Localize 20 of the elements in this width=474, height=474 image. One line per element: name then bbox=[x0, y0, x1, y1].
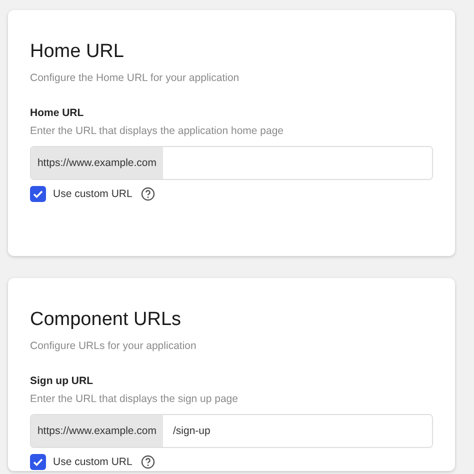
url-field[interactable]: https://www.example.com bbox=[30, 146, 433, 180]
url-prefix: https://www.example.com bbox=[31, 147, 163, 179]
section-description: Configure the Home URL for your application bbox=[30, 71, 240, 86]
help-icon[interactable] bbox=[141, 455, 156, 469]
section-description: Configure URLs for your application bbox=[30, 339, 198, 354]
url-prefix: https://www.example.com bbox=[31, 415, 163, 447]
checkbox[interactable] bbox=[30, 454, 46, 470]
checkbox-label: Use custom URL bbox=[53, 456, 132, 468]
field-hint: Enter the URL that displays the application home page bbox=[30, 124, 285, 139]
section-title: Home URL bbox=[30, 40, 125, 64]
check-icon bbox=[32, 456, 44, 468]
checkbox[interactable] bbox=[30, 186, 46, 202]
section-title: Component URLs bbox=[30, 308, 182, 332]
check-icon bbox=[32, 188, 44, 200]
help-icon[interactable] bbox=[141, 187, 156, 201]
field-label: Home URL bbox=[30, 106, 85, 121]
field-hint: Enter the URL that displays the sign up page bbox=[30, 392, 239, 407]
checkbox-label: Use custom URL bbox=[53, 188, 132, 200]
field-label: Sign up URL bbox=[30, 374, 94, 389]
url-field[interactable]: https://www.example.com /sign-up bbox=[30, 414, 433, 448]
